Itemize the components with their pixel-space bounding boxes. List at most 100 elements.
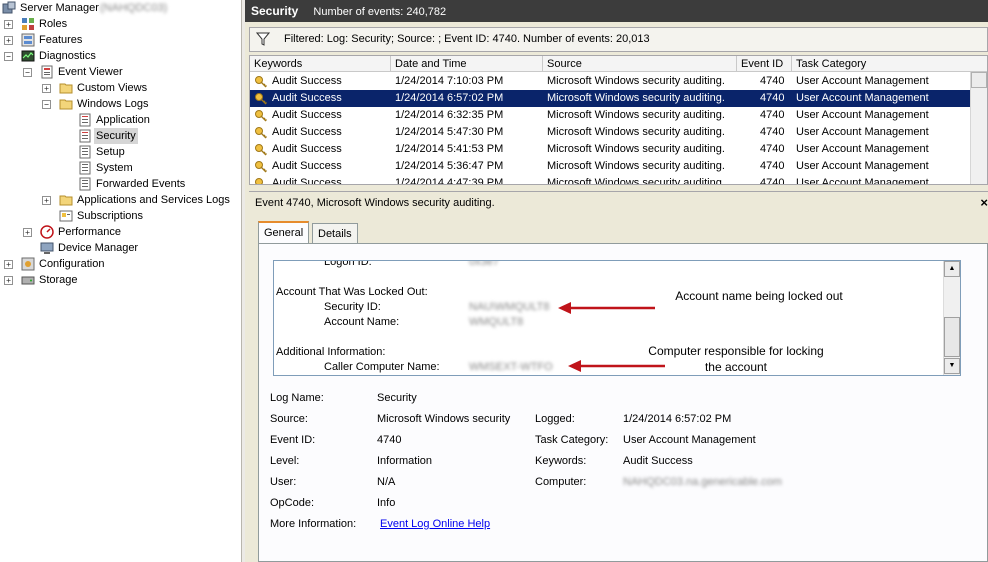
diagnostics-icon (21, 50, 35, 62)
description-scrollbar[interactable]: ▲ ▼ (943, 261, 960, 375)
column-header-datetime[interactable]: Date and Time (391, 56, 543, 72)
folder-icon (59, 99, 73, 110)
column-header-keywords[interactable]: Keywords (250, 56, 391, 72)
column-header-source[interactable]: Source (543, 56, 737, 72)
expand-icon[interactable]: + (4, 260, 13, 269)
logon-id-label: Logon ID: (324, 260, 372, 268)
expand-icon[interactable]: + (42, 84, 51, 93)
cell-task-category: User Account Management (796, 177, 929, 185)
performance-icon (40, 225, 54, 239)
tab-details[interactable]: Details (312, 223, 358, 243)
content-pane: Security Number of events: 240,782 Filte… (245, 0, 988, 562)
log-title: Security (251, 4, 299, 18)
tree-label-application: Application (96, 114, 150, 126)
tree-label-subscriptions: Subscriptions (77, 210, 144, 222)
log-icon (79, 145, 91, 159)
prop-opcode-value: Info (377, 497, 396, 509)
table-row[interactable]: Audit Success 1/24/2014 6:57:02 PM Microso… (250, 90, 970, 107)
caller-computer-label: Caller Computer Name: (324, 361, 440, 373)
prop-user-label: User: (270, 476, 297, 488)
log-icon (79, 113, 91, 127)
account-name-value: WMQULT8 (469, 316, 524, 328)
key-icon (255, 144, 267, 156)
prop-task-value: User Account Management (623, 434, 756, 446)
general-tab-panel: Logon ID: 0x3e7 Account That Was Locked … (258, 243, 988, 562)
locked-out-header: Account That Was Locked Out: (276, 286, 428, 298)
cell-keywords: Audit Success (272, 109, 342, 121)
collapse-icon[interactable]: − (4, 52, 13, 61)
prop-task-label: Task Category: (535, 434, 609, 446)
security-id-label: Security ID: (324, 301, 381, 313)
collapse-icon[interactable]: − (42, 100, 51, 109)
expand-icon[interactable]: + (4, 276, 13, 285)
annotation-account-locked: Account name being locked out (675, 289, 843, 303)
expand-icon[interactable]: + (42, 196, 51, 205)
prop-level-value: Information (377, 455, 433, 467)
prop-opcode-label: OpCode: (270, 497, 315, 509)
tree-label-setup: Setup (96, 146, 125, 158)
table-row[interactable]: Audit Success 1/24/2014 5:41:53 PM Microso… (250, 141, 970, 158)
cell-datetime: 1/24/2014 4:47:39 PM (395, 177, 504, 185)
event-detail-title: Event 4740, Microsoft Windows security a… (255, 197, 495, 209)
key-icon (255, 93, 267, 105)
cell-event-id: 4740 (760, 92, 785, 104)
tab-general[interactable]: General (258, 221, 310, 244)
storage-icon (21, 276, 35, 285)
key-icon (255, 127, 267, 139)
caller-computer-value: WMSEXT-WTFO (469, 361, 553, 373)
expand-icon[interactable]: + (4, 20, 13, 29)
cell-source: Microsoft Windows security auditing. (547, 109, 725, 121)
cell-event-id: 4740 (760, 109, 785, 121)
tree-label-configuration: Configuration (39, 258, 105, 270)
annotation-arrow-1 (558, 302, 655, 314)
cell-task-category: User Account Management (796, 126, 929, 138)
scroll-down-button[interactable]: ▼ (944, 358, 960, 374)
table-row[interactable]: Audit Success 1/24/2014 7:10:03 PM Microso… (250, 73, 970, 90)
prop-level-label: Level: (270, 455, 300, 467)
column-header-task-category[interactable]: Task Category (792, 56, 987, 72)
table-row[interactable]: Audit Success 1/24/2014 6:32:35 PM Microso… (250, 107, 970, 124)
event-list: Keywords Date and Time Source Event ID T… (249, 55, 988, 185)
scroll-up-button[interactable]: ▲ (944, 261, 960, 277)
cell-task-category: User Account Management (796, 109, 929, 121)
cell-keywords: Audit Success (272, 126, 342, 138)
cell-event-id: 4740 (760, 75, 785, 87)
table-row[interactable]: Audit Success 1/24/2014 4:47:39 PM Microso… (250, 175, 970, 185)
close-icon[interactable]: × (980, 192, 988, 214)
tree-label-security: Security (94, 128, 138, 144)
event-count: Number of events: 240,782 (313, 6, 447, 18)
cell-datetime: 1/24/2014 5:41:53 PM (395, 143, 504, 155)
prop-event-id-value: 4740 (377, 434, 402, 446)
cell-event-id: 4740 (760, 126, 785, 138)
key-icon (255, 161, 267, 173)
tree-label-apps-services: Applications and Services Logs (77, 194, 230, 206)
cell-event-id: 4740 (760, 160, 785, 172)
cell-task-category: User Account Management (796, 75, 929, 87)
table-row[interactable]: Audit Success 1/24/2014 5:36:47 PM Microso… (250, 158, 970, 175)
key-icon (255, 178, 263, 184)
key-icon (255, 110, 267, 122)
tree-label-performance: Performance (58, 226, 121, 238)
scroll-up-button[interactable] (971, 72, 987, 88)
event-description-box[interactable]: Logon ID: 0x3e7 Account That Was Locked … (273, 260, 961, 376)
prop-log-name-label: Log Name: (270, 392, 324, 404)
table-row[interactable]: Audit Success 1/24/2014 5:47:30 PM Microso… (250, 124, 970, 141)
server-name: (NAHQDC03) (100, 2, 168, 14)
collapse-icon[interactable]: − (23, 68, 32, 77)
list-scrollbar[interactable] (970, 72, 987, 184)
expand-icon[interactable]: + (23, 228, 32, 237)
additional-info-header: Additional Information: (276, 346, 386, 358)
cell-keywords: Audit Success (272, 92, 342, 104)
column-header-event-id[interactable]: Event ID (737, 56, 792, 72)
navigation-tree: Server Manager (NAHQDC03) + Roles + Feat… (0, 0, 243, 562)
cell-keywords: Audit Success (272, 143, 342, 155)
expand-icon[interactable]: + (4, 36, 13, 45)
cell-datetime: 1/24/2014 6:57:02 PM (395, 92, 504, 104)
server-manager-icon (2, 1, 16, 14)
event-log-online-help-link[interactable]: Event Log Online Help (380, 518, 490, 530)
prop-logged-value: 1/24/2014 6:57:02 PM (623, 413, 732, 425)
scroll-thumb[interactable] (944, 317, 960, 357)
log-icon (79, 177, 91, 191)
tree-label-device-manager: Device Manager (58, 242, 139, 254)
prop-user-value: N/A (377, 476, 396, 488)
